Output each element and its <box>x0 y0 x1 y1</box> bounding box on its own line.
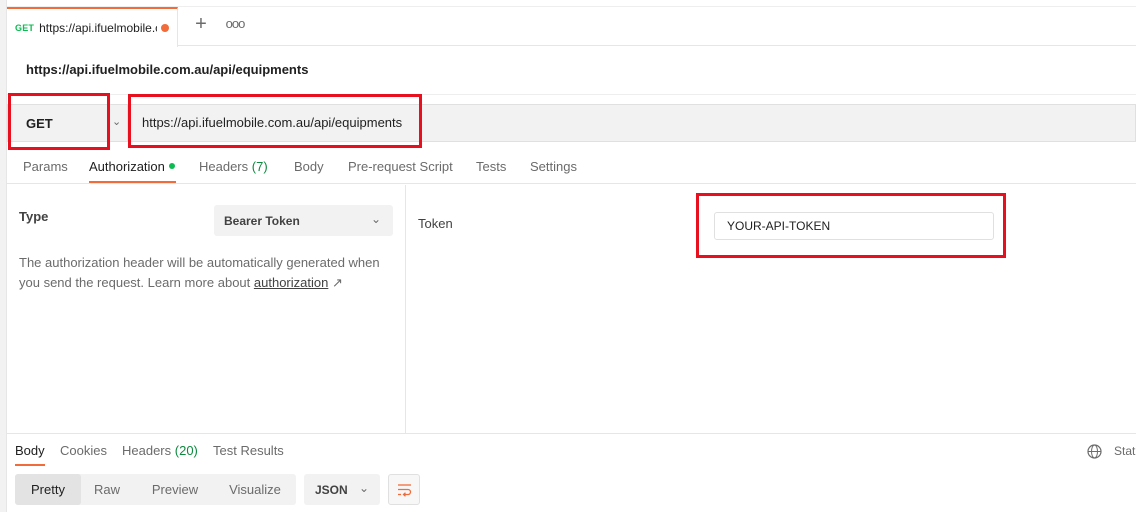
tab-authorization[interactable]: Authorization <box>89 159 175 174</box>
wrap-lines-button[interactable] <box>388 474 420 505</box>
response-tab-test-results[interactable]: Test Results <box>213 443 284 458</box>
format-value: JSON <box>315 482 348 497</box>
view-visualize-button[interactable]: Visualize <box>217 474 293 505</box>
active-tab-underline <box>89 181 176 183</box>
tab-title: https://api.ifuelmobile.c <box>39 21 158 35</box>
token-input[interactable]: YOUR-API-TOKEN <box>714 212 994 240</box>
chevron-down-icon: ⌄ <box>112 116 122 128</box>
status-dot-icon <box>168 163 175 169</box>
globe-icon[interactable] <box>1086 443 1103 460</box>
type-label: Type <box>19 209 49 224</box>
method-highlight-box <box>8 93 110 150</box>
tab-tests[interactable]: Tests <box>476 159 506 174</box>
auth-type-value: Bearer Token <box>224 213 300 228</box>
tab-params[interactable]: Params <box>23 159 68 174</box>
response-tab-cookies[interactable]: Cookies <box>60 443 107 458</box>
response-tab-body[interactable]: Body <box>15 443 45 458</box>
auth-description: The authorization header will be automat… <box>19 253 389 293</box>
headers-count: (7) <box>251 159 268 174</box>
auth-type-select[interactable]: Bearer Token ⌄ <box>214 205 393 236</box>
tab-headers[interactable]: Headers (7) <box>199 159 268 174</box>
tab-headers-label: Headers <box>199 159 249 174</box>
sidebar-edge <box>0 0 7 512</box>
chevron-down-icon: ⌄ <box>358 481 369 495</box>
more-tabs-button[interactable]: ooo <box>224 13 246 37</box>
url-highlight-box <box>128 94 422 148</box>
new-tab-button[interactable]: + <box>190 13 212 37</box>
view-preview-button[interactable]: Preview <box>137 474 213 505</box>
wrap-lines-icon <box>398 484 412 497</box>
format-select[interactable]: JSON ⌄ <box>304 474 380 505</box>
response-tab-headers[interactable]: Headers (20) <box>122 443 198 458</box>
chevron-down-icon: ⌄ <box>370 212 381 226</box>
tab-prerequest-script[interactable]: Pre-request Script <box>348 159 453 174</box>
response-headers-count: (20) <box>174 443 198 458</box>
response-view-toggle: Pretty Raw Preview Visualize <box>15 474 296 505</box>
token-label: Token <box>418 216 453 231</box>
request-tab[interactable]: GET https://api.ifuelmobile.c <box>7 7 178 47</box>
tab-authorization-label: Authorization <box>89 159 165 174</box>
tab-method-badge: GET <box>15 23 35 33</box>
view-pretty-button[interactable]: Pretty <box>15 474 81 505</box>
request-tabs: Params Authorization Headers (7) Body Pr… <box>7 150 1136 184</box>
response-headers-label: Headers <box>122 443 172 458</box>
unsaved-dot-icon <box>161 24 170 32</box>
response-panel: Body Cookies Headers (20) Test Results S… <box>7 433 1136 512</box>
active-tab-underline <box>15 464 45 466</box>
external-link-icon: ↗ <box>331 275 343 290</box>
auth-type-panel: Type Bearer Token ⌄ The authorization he… <box>7 185 406 433</box>
authorization-link[interactable]: authorization <box>254 275 328 290</box>
status-label: Stat <box>1114 444 1136 458</box>
request-name[interactable]: https://api.ifuelmobile.com.au/api/equip… <box>26 62 308 77</box>
view-raw-button[interactable]: Raw <box>81 474 133 505</box>
request-tab-bar: GET https://api.ifuelmobile.c + ooo <box>7 6 1136 47</box>
tab-body[interactable]: Body <box>294 159 324 174</box>
tab-settings[interactable]: Settings <box>530 159 577 174</box>
